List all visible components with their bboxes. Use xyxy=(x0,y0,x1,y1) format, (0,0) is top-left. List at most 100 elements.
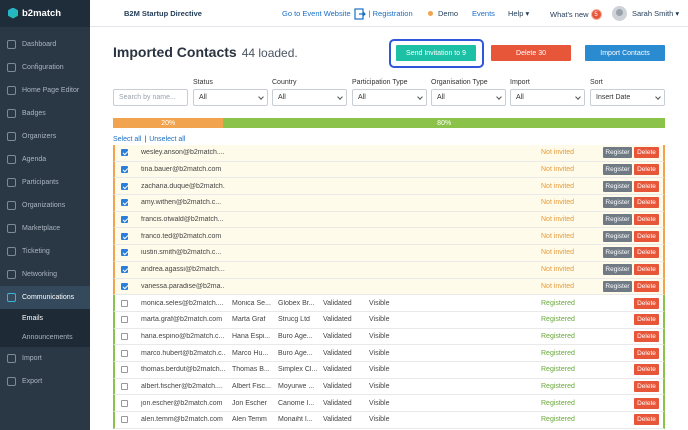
row-delete-button[interactable]: Delete xyxy=(634,414,659,426)
row-delete-button[interactable]: Delete xyxy=(634,230,659,242)
import-filter-select[interactable]: All xyxy=(510,89,585,106)
register-button[interactable]: Register xyxy=(603,164,632,176)
row-delete-button[interactable]: Delete xyxy=(634,280,659,292)
row-delete-button[interactable]: Delete xyxy=(634,347,659,359)
email-cell: marta.graf@b2match.com xyxy=(141,316,223,324)
row-checkbox[interactable] xyxy=(121,182,128,190)
sidebar-item-marketplace[interactable]: Marketplace xyxy=(0,217,90,240)
register-button[interactable]: Register xyxy=(603,230,632,242)
row-checkbox[interactable] xyxy=(121,399,128,407)
validated-cell: Validated xyxy=(323,299,352,307)
row-delete-button[interactable]: Delete xyxy=(634,214,659,226)
row-checkbox[interactable] xyxy=(121,149,128,157)
row-delete-button[interactable]: Delete xyxy=(634,264,659,276)
sidebar-item-import[interactable]: Import xyxy=(0,347,90,370)
register-button[interactable]: Register xyxy=(603,214,632,226)
sort-label: Sort xyxy=(590,79,603,86)
row-delete-button[interactable]: Delete xyxy=(634,314,659,326)
register-button[interactable]: Register xyxy=(603,247,632,259)
visibility-cell: Visible xyxy=(369,316,390,324)
import-contacts-button[interactable]: Import Contacts xyxy=(585,45,665,61)
table-row: albert.fischer@b2match.... Albert Fisc...… xyxy=(113,378,665,396)
register-button[interactable]: Register xyxy=(603,280,632,292)
help-menu[interactable]: Help ▾ xyxy=(508,9,529,18)
sidebar-item-label: Badges xyxy=(22,110,46,117)
sidebar-item-networking[interactable]: Networking xyxy=(0,263,90,286)
visibility-cell: Visible xyxy=(369,332,390,340)
register-button[interactable]: Register xyxy=(603,180,632,192)
logo[interactable]: b2match xyxy=(0,0,90,27)
sidebar-item-dashboard[interactable]: Dashboard xyxy=(0,33,90,56)
sidebar-item-export[interactable]: Export xyxy=(0,370,90,393)
row-delete-button[interactable]: Delete xyxy=(634,397,659,409)
row-checkbox[interactable] xyxy=(121,249,128,257)
sidebar-item-agenda[interactable]: Agenda xyxy=(0,148,90,171)
country-filter-select[interactable]: All xyxy=(272,89,347,106)
whats-new-label: What's new xyxy=(550,10,589,19)
select-all-link[interactable]: Select all xyxy=(113,136,141,143)
search-input[interactable]: Search by name... xyxy=(113,89,188,106)
row-checkbox[interactable] xyxy=(121,316,128,324)
network-icon xyxy=(7,270,16,279)
row-checkbox[interactable] xyxy=(121,332,128,340)
sidebar-item-configuration[interactable]: Configuration xyxy=(0,56,90,79)
sidebar-item-participants[interactable]: Participants xyxy=(0,171,90,194)
ticket-icon xyxy=(7,247,16,256)
events-link[interactable]: Events xyxy=(472,9,495,18)
unselect-all-link[interactable]: Unselect all xyxy=(149,136,185,143)
table-row: amy.withen@b2match.c... Not invited Regist… xyxy=(113,195,665,212)
register-button[interactable]: Register xyxy=(603,197,632,209)
row-delete-button[interactable]: Delete xyxy=(634,164,659,176)
register-button[interactable]: Register xyxy=(603,264,632,276)
demo-indicator[interactable]: Demo xyxy=(428,9,458,18)
row-checkbox[interactable] xyxy=(121,366,128,374)
sidebar-item-home-page-editor[interactable]: Home Page Editor xyxy=(0,79,90,102)
sidebar-subitem-announcements[interactable]: Announcements xyxy=(0,328,90,347)
participation-type-select[interactable]: All xyxy=(352,89,427,106)
register-button[interactable]: Register xyxy=(603,147,632,159)
status-filter-label: Status xyxy=(193,79,213,86)
user-menu[interactable]: Sarah Smith ▾ xyxy=(632,9,679,18)
send-invitation-button[interactable]: Send Invitation to 9 xyxy=(396,45,476,61)
chevron-down-icon xyxy=(337,94,343,100)
row-checkbox[interactable] xyxy=(121,266,128,274)
row-delete-button[interactable]: Delete xyxy=(634,197,659,209)
row-checkbox[interactable] xyxy=(121,299,128,307)
delete-button[interactable]: Delete 30 xyxy=(491,45,571,61)
row-delete-button[interactable]: Delete xyxy=(634,330,659,342)
name-cell: Monica Se... xyxy=(232,299,271,307)
validated-cell: Validated xyxy=(323,349,352,357)
row-delete-button[interactable]: Delete xyxy=(634,364,659,376)
row-checkbox[interactable] xyxy=(121,166,128,174)
whats-new-button[interactable]: What's new 5 xyxy=(550,9,602,20)
sidebar-item-organizers[interactable]: Organizers xyxy=(0,125,90,148)
row-checkbox[interactable] xyxy=(121,216,128,224)
avatar[interactable] xyxy=(612,6,627,21)
row-delete-button[interactable]: Delete xyxy=(634,380,659,392)
organisation-type-select[interactable]: All xyxy=(431,89,506,106)
registration-link[interactable]: Registration xyxy=(373,9,413,18)
sidebar-item-ticketing[interactable]: Ticketing xyxy=(0,240,90,263)
sidebar-subitem-emails[interactable]: Emails xyxy=(0,309,90,328)
validated-cell: Validated xyxy=(323,382,352,390)
name-cell: Marta Graf xyxy=(232,316,266,324)
row-checkbox[interactable] xyxy=(121,199,128,207)
sidebar-item-communications[interactable]: Communications xyxy=(0,286,90,309)
row-delete-button[interactable]: Delete xyxy=(634,297,659,309)
row-checkbox[interactable] xyxy=(121,349,128,357)
status-filter-select[interactable]: All xyxy=(193,89,268,106)
email-cell: tina.bauer@b2match.com xyxy=(141,166,222,174)
goto-event-link[interactable]: Go to Event Website xyxy=(282,9,351,18)
sidebar-item-badges[interactable]: Badges xyxy=(0,102,90,125)
row-checkbox[interactable] xyxy=(121,232,128,240)
row-delete-button[interactable]: Delete xyxy=(634,180,659,192)
row-delete-button[interactable]: Delete xyxy=(634,147,659,159)
row-checkbox[interactable] xyxy=(121,416,128,424)
sort-select[interactable]: Insert Date xyxy=(590,89,665,106)
row-delete-button[interactable]: Delete xyxy=(634,247,659,259)
row-checkbox[interactable] xyxy=(121,382,128,390)
organisation-cell: Simplex Cl... xyxy=(278,366,318,374)
row-checkbox[interactable] xyxy=(121,282,128,290)
sidebar-item-organizations[interactable]: Organizations xyxy=(0,194,90,217)
external-link-icon[interactable] xyxy=(354,7,366,20)
